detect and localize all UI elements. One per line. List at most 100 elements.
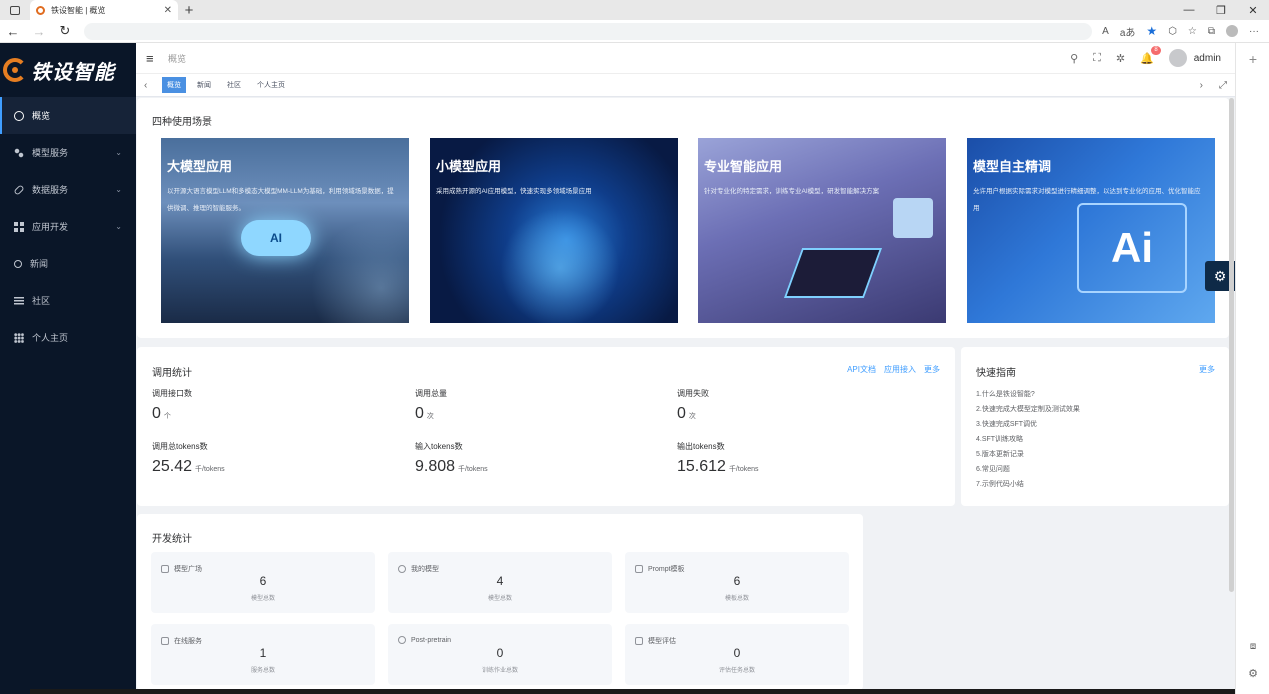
tag-community[interactable]: 社区 — [222, 77, 246, 93]
fullscreen-icon[interactable]: ⛶ — [1093, 52, 1101, 65]
tab-title: 铁设智能 | 概览 — [51, 5, 106, 15]
guide-item[interactable]: 1.什么是铁设智能? — [976, 387, 1080, 402]
dev-box-online-service[interactable]: 在线服务 1 服务总数 — [151, 624, 375, 685]
link-icon — [13, 183, 25, 196]
edge-add-icon[interactable]: + — [1236, 51, 1269, 67]
guide-item[interactable]: 3.快速完成SFT调优 — [976, 417, 1080, 432]
sidebar-item-app-dev[interactable]: 应用开发 ⌄ — [0, 208, 136, 245]
scenario-desc: 以开源大语言模型LLM和多模态大模型MM-LLM为基础，利用领域场景数据，提供微… — [167, 188, 394, 212]
dev-box-sub: 训练作业总数 — [481, 668, 518, 674]
dev-box-my-models[interactable]: 我的模型 4 模型总数 — [388, 552, 612, 613]
stat-value: 9.808 — [415, 458, 456, 475]
stat-value: 0 — [677, 405, 686, 422]
favorite-star-icon[interactable]: ★ — [1146, 24, 1157, 38]
sidebar-item-label: 模型服务 — [32, 148, 69, 158]
more-link[interactable]: 更多 — [924, 364, 940, 375]
dev-box-head: 我的模型 — [398, 564, 439, 574]
theme-icon[interactable]: ✲ — [1116, 52, 1125, 65]
sidebar-item-model-service[interactable]: 模型服务 ⌄ — [0, 134, 136, 171]
dev-box-prompt-templates[interactable]: Prompt模板 6 模板总数 — [625, 552, 849, 613]
sidebar-item-overview[interactable]: 概览 — [0, 97, 136, 134]
scenario-card-finetune[interactable]: Ai 模型自主精调 允许用户根据实际需求对模型进行精细调整，以达到专业化的应用、… — [967, 138, 1215, 323]
dev-box-head: 在线服务 — [161, 636, 202, 646]
guide-item[interactable]: 7.示例代码小结 — [976, 477, 1080, 492]
url-field[interactable] — [84, 22, 1093, 40]
message-icon — [635, 565, 643, 573]
avatar[interactable] — [1168, 49, 1187, 67]
quick-guide-card: 快速指南 更多 1.什么是铁设智能? 2.快速完成大模型定制及测试效果 3.快速… — [961, 347, 1229, 506]
sidebar-item-profile[interactable]: 个人主页 — [0, 319, 136, 356]
sidebar-item-news[interactable]: 新闻 — [0, 245, 136, 282]
api-docs-link[interactable]: API文档 — [847, 364, 876, 375]
expand-icon[interactable]: ⤢ — [1219, 80, 1227, 91]
stat-value: 15.612 — [677, 458, 726, 475]
stat-value-row: 25.42 千/tokens — [152, 458, 225, 476]
guide-more-link[interactable]: 更多 — [1199, 364, 1215, 375]
dev-box-label: Prompt模板 — [648, 566, 685, 573]
stat-total-tokens: 调用总tokens数 25.42 千/tokens — [152, 441, 225, 476]
dev-box-model-eval[interactable]: 模型评估 0 评估任务总数 — [625, 624, 849, 685]
tag-overview[interactable]: 概览 — [162, 77, 186, 93]
dev-stats-title: 开发统计 — [152, 534, 192, 545]
notification-badge: 8 — [1151, 45, 1161, 55]
stat-value-row: 9.808 千/tokens — [415, 458, 488, 476]
forward-button[interactable]: → — [26, 24, 52, 39]
translate-icon[interactable]: aあ — [1120, 24, 1136, 39]
stat-value-row: 0个 — [152, 405, 192, 423]
guide-list: 1.什么是铁设智能? 2.快速完成大模型定制及测试效果 3.快速完成SFT调优 … — [976, 387, 1080, 492]
minimize-button[interactable]: — — [1173, 4, 1205, 17]
edge-split-icon[interactable]: ⧈ — [1236, 641, 1269, 652]
edge-settings-icon[interactable]: ⚙ — [1236, 667, 1269, 680]
bell-icon[interactable]: 🔔 8 — [1140, 45, 1161, 65]
more-menu-icon[interactable]: ··· — [1249, 26, 1259, 37]
scenario-title: 大模型应用 — [167, 159, 233, 174]
guide-item[interactable]: 4.SFT训练攻略 — [976, 432, 1080, 447]
guide-item[interactable]: 5.版本更新记录 — [976, 447, 1080, 462]
browser-tab[interactable]: 铁设智能 | 概览 ✕ — [30, 0, 178, 20]
stat-label: 输入tokens数 — [415, 442, 463, 451]
search-icon[interactable]: ⚲ — [1070, 52, 1078, 65]
dev-box-model-square[interactable]: 模型广场 6 模型总数 — [151, 552, 375, 613]
scrollbar[interactable] — [1229, 98, 1234, 592]
sidebar-item-community[interactable]: 社区 — [0, 282, 136, 319]
scenario-card-professional[interactable]: 专业智能应用 针对专业化的特定需求，训练专业AI模型，研发智能解决方案 — [698, 138, 946, 323]
reload-button[interactable]: ↻ — [52, 23, 78, 39]
app-access-link[interactable]: 应用接入 — [884, 364, 916, 375]
tag-news[interactable]: 新闻 — [192, 77, 216, 93]
collections-icon[interactable]: ⧉ — [1208, 26, 1215, 37]
read-aloud-icon[interactable]: A — [1102, 26, 1109, 37]
scenario-card-llm[interactable]: AI 大模型应用 以开源大语言模型LLM和多模态大模型MM-LLM为基础，利用领… — [161, 138, 409, 323]
chevron-down-icon: ⌄ — [115, 222, 122, 231]
dev-box-sub: 模型总数 — [250, 596, 275, 602]
scenario-card-small-model[interactable]: 小模型应用 采用成熟开源的AI应用模型，快速实现多领域场景应用 — [430, 138, 678, 323]
square-icon — [161, 565, 169, 573]
hamburger-icon[interactable]: ≡ — [146, 51, 160, 66]
scenario-title: 小模型应用 — [436, 159, 502, 174]
favorites-icon[interactable]: ☆ — [1188, 26, 1197, 37]
stat-unit: 千/tokens — [458, 466, 488, 473]
scenario-desc: 针对专业化的特定需求，训练专业AI模型，研发智能解决方案 — [704, 188, 880, 195]
list-icon — [14, 295, 24, 306]
sidebar-item-data-service[interactable]: 数据服务 ⌄ — [0, 171, 136, 208]
username[interactable]: admin — [1194, 53, 1221, 64]
dev-box-value: 4 — [496, 574, 504, 588]
tags-right-arrow-icon[interactable]: › — [1200, 80, 1203, 91]
profile-avatar[interactable] — [1226, 25, 1238, 37]
tag-profile[interactable]: 个人主页 — [252, 77, 290, 93]
guide-item[interactable]: 6.常见问题 — [976, 462, 1080, 477]
extensions-icon[interactable]: ⬡ — [1168, 26, 1177, 37]
window-menu-icon[interactable] — [0, 0, 30, 20]
sidebar: 铁设智能 概览 模型服务 ⌄ 数据服务 ⌄ 应用开发 ⌄ 新闻 社区 个人主页 — [0, 43, 136, 694]
stat-api-count: 调用接口数 0个 — [152, 388, 192, 423]
new-tab-button[interactable]: + — [178, 2, 200, 19]
guide-item[interactable]: 2.快速完成大模型定制及测试效果 — [976, 402, 1080, 417]
tags-left-arrow-icon[interactable]: ‹ — [144, 80, 158, 91]
maximize-button[interactable]: ❐ — [1205, 4, 1237, 17]
close-window-button[interactable]: ✕ — [1237, 4, 1269, 17]
tab-close-icon[interactable]: ✕ — [164, 5, 172, 16]
dev-box-post-pretrain[interactable]: Post-pretrain 0 训练作业总数 — [388, 624, 612, 685]
dev-box-sub: 模板总数 — [724, 596, 749, 602]
tags-view: ‹ 概览 新闻 社区 个人主页 › ⤢ — [136, 73, 1235, 97]
back-button[interactable]: ← — [0, 24, 26, 39]
grid-icon — [14, 221, 24, 232]
